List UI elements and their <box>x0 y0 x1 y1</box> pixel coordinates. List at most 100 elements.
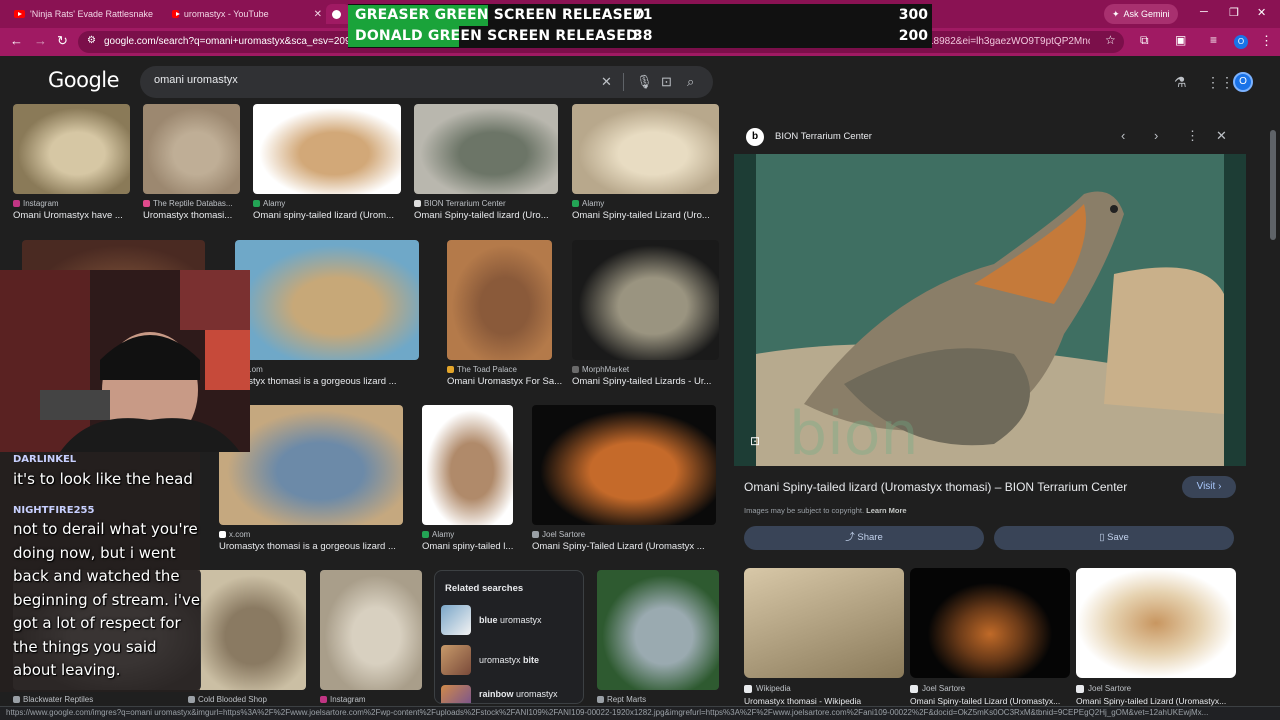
account-avatar[interactable]: O <box>1233 72 1253 92</box>
image-result[interactable]: BION Terrarium Center Omani Spiny-tailed … <box>414 104 558 228</box>
google-logo[interactable]: Google <box>48 68 120 92</box>
close-panel-icon[interactable]: ✕ <box>1216 128 1227 144</box>
image-result[interactable]: Alamy Omani Spiny-tailed Lizard (Uro... <box>572 104 719 228</box>
search-box[interactable]: ✕ 🎙 ⊡ ⌕ <box>140 66 713 98</box>
reload-icon[interactable]: ↻ <box>57 33 68 49</box>
result-thumbnail[interactable] <box>253 104 401 194</box>
tab-search-icon[interactable]: ▣ <box>1175 33 1186 47</box>
search-icon[interactable]: ⌕ <box>687 74 694 90</box>
result-thumbnail[interactable] <box>414 104 558 194</box>
image-result[interactable]: The Toad Palace Omani Uromastyx For Sa... <box>447 240 562 394</box>
result-thumbnail[interactable] <box>447 240 552 360</box>
result-thumbnail[interactable] <box>320 570 422 690</box>
tab-ninja-rats[interactable]: 'Ninja Rats' Evade Rattlesnake <box>14 4 164 24</box>
image-result[interactable]: Rept Marts <box>597 570 719 720</box>
result-thumbnail[interactable] <box>235 240 419 360</box>
related-thumb <box>441 605 471 635</box>
image-result[interactable]: Alamy Omani spiny-tailed lizard (Urom... <box>253 104 401 228</box>
overlay-label: DONALD GREEN SCREEN RELEASED <box>355 28 638 44</box>
media-icon[interactable]: ≡ <box>1210 33 1217 47</box>
image-result[interactable]: The Reptile Databas... Uromastyx thomasi.… <box>143 104 240 228</box>
search-input[interactable] <box>154 74 584 86</box>
tab-uromastyx[interactable]: uromastyx - YouTube ✕ <box>172 4 322 24</box>
result-thumbnail[interactable] <box>143 104 240 194</box>
clear-icon[interactable]: ✕ <box>601 74 612 90</box>
result-caption[interactable]: Omani spiny-tailed lizard (Urom... <box>253 210 411 221</box>
similar-image[interactable] <box>910 568 1070 678</box>
similar-source: Wikipedia <box>744 684 791 693</box>
related-search-item[interactable]: uromastyx bite <box>441 645 581 675</box>
learn-more-link[interactable]: Learn More <box>866 506 906 515</box>
result-thumbnail[interactable] <box>597 570 719 690</box>
ask-gemini-button[interactable]: ✦ Ask Gemini <box>1104 4 1178 24</box>
close-tab-icon[interactable]: ✕ <box>314 9 322 20</box>
result-thumbnail[interactable] <box>188 570 306 690</box>
image-result[interactable]: Alamy Omani spiny-tailed l... <box>422 405 513 559</box>
related-search-item[interactable]: blue uromastyx <box>441 605 581 635</box>
save-label: Save <box>1107 532 1129 543</box>
similar-caption[interactable]: Uromastyx thomasi - Wikipedia <box>744 696 904 706</box>
forward-icon[interactable]: → <box>34 33 47 48</box>
extensions-icon[interactable]: ⧉ <box>1140 33 1149 48</box>
result-caption[interactable]: Omani Uromastyx have ... <box>13 210 140 221</box>
more-options-icon[interactable]: ⋮ <box>1186 128 1199 144</box>
lens-search-icon[interactable]: ⊡ <box>750 434 760 448</box>
result-thumbnail[interactable] <box>422 405 513 525</box>
next-icon[interactable]: › <box>1154 128 1158 143</box>
result-caption[interactable]: ...astyx thomasi is a gorgeous lizard ..… <box>235 376 429 387</box>
result-caption[interactable]: Uromastyx thomasi... <box>143 210 250 221</box>
profile-avatar[interactable]: O <box>1234 35 1248 49</box>
result-source-label: Blackwater Reptiles <box>23 695 94 704</box>
result-thumbnail[interactable] <box>13 104 130 194</box>
result-caption[interactable]: Omani Spiny-tailed Lizard (Uro... <box>572 210 729 221</box>
save-button[interactable]: ▯ Save <box>994 526 1234 550</box>
bookmark-star-icon[interactable]: ☆ <box>1105 33 1116 47</box>
share-button[interactable]: ⤴ Share <box>744 526 984 550</box>
maximize-icon[interactable]: ❐ <box>1229 6 1239 19</box>
similar-caption[interactable]: Omani Spiny-tailed Lizard (Uromastyx... <box>1076 696 1236 706</box>
result-caption[interactable]: Uromastyx thomasi is a gorgeous lizard .… <box>219 541 413 552</box>
menu-icon[interactable]: ⋮ <box>1260 33 1273 49</box>
result-caption[interactable]: Omani Spiny-tailed lizard (Uro... <box>414 210 568 221</box>
site-favicon <box>414 200 421 207</box>
result-thumbnail[interactable] <box>572 240 719 360</box>
image-result[interactable]: Instagram <box>320 570 422 720</box>
previous-icon[interactable]: ‹ <box>1121 128 1125 143</box>
result-thumbnail[interactable] <box>572 104 719 194</box>
result-caption[interactable]: Omani Spiny-tailed Lizards - Ur... <box>572 376 729 387</box>
result-thumbnail[interactable] <box>532 405 716 525</box>
preview-image[interactable]: bion ⊡ <box>734 154 1246 466</box>
image-result[interactable]: MorphMarket Omani Spiny-tailed Lizards - … <box>572 240 719 394</box>
lens-icon[interactable]: ⊡ <box>661 74 672 90</box>
related-search-item[interactable]: rainbow uromastyx <box>441 685 581 703</box>
close-window-icon[interactable]: ✕ <box>1257 6 1266 19</box>
overlay-count: 38 <box>633 28 653 44</box>
image-result[interactable]: ...om ...astyx thomasi is a gorgeous liza… <box>235 240 419 394</box>
tab-google-active[interactable] <box>326 4 350 24</box>
minimize-icon[interactable]: ─ <box>1200 6 1208 18</box>
result-source-label: Instagram <box>330 695 366 704</box>
image-result[interactable]: Instagram Omani Uromastyx have ... <box>13 104 130 228</box>
site-favicon <box>13 696 20 703</box>
image-result[interactable]: Joel Sartore Omani Spiny-Tailed Lizard (U… <box>532 405 716 559</box>
visit-button[interactable]: Visit › <box>1182 476 1236 498</box>
back-icon[interactable]: ← <box>10 33 23 48</box>
labs-flask-icon[interactable]: ⚗ <box>1174 74 1187 91</box>
apps-grid-icon[interactable]: ⋮⋮ <box>1206 74 1234 91</box>
preview-title[interactable]: Omani Spiny-tailed lizard (Uromastyx tho… <box>744 480 1127 494</box>
site-info-icon[interactable]: ⚙ <box>87 35 96 46</box>
overlay-row: GREASER GREEN SCREEN RELEASED 71 300 <box>348 5 932 26</box>
image-preview-panel: b BION Terrarium Center ‹ › ⋮ ✕ bion ⊡ O… <box>734 118 1246 708</box>
image-result[interactable]: Cold Blooded Shop <box>188 570 306 720</box>
similar-image[interactable] <box>1076 568 1236 678</box>
result-caption[interactable]: Omani spiny-tailed l... <box>422 541 523 552</box>
similar-image[interactable] <box>744 568 904 678</box>
microphone-icon[interactable]: 🎙 <box>636 74 653 90</box>
result-caption[interactable]: Omani Uromastyx For Sa... <box>447 376 562 387</box>
result-caption[interactable]: Omani Spiny-Tailed Lizard (Uromastyx ... <box>532 541 726 552</box>
page-scrollbar[interactable] <box>1270 130 1276 240</box>
preview-site-name[interactable]: BION Terrarium Center <box>775 131 872 142</box>
similar-caption[interactable]: Omani Spiny-tailed Lizard (Uromastyx... <box>910 696 1070 706</box>
url-text-tail: 18982&ei=lh3gaezWO9T9ptQP2Mnc... <box>928 36 1090 47</box>
result-source: Alamy <box>422 530 454 539</box>
